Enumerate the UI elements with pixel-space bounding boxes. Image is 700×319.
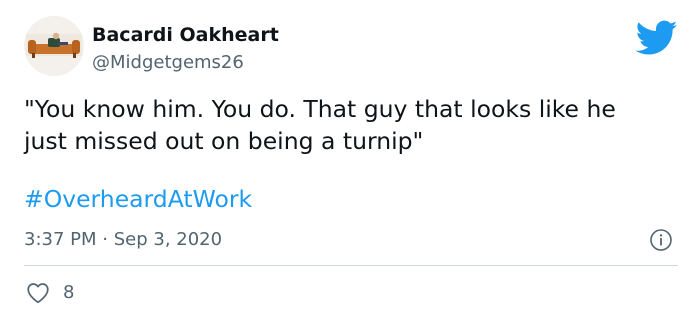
tweet-text-line: just missed out on being a turnip" — [24, 127, 424, 155]
twitter-bird-icon[interactable] — [636, 20, 678, 56]
tweet-text-line: "You know him. You do. That guy that loo… — [24, 95, 616, 123]
like-count[interactable]: 8 — [63, 282, 74, 303]
avatar[interactable] — [24, 16, 84, 76]
hashtag-link[interactable]: #OverheardAtWork — [24, 185, 252, 213]
heart-outline-icon[interactable] — [26, 282, 50, 304]
tweet-time[interactable]: 3:37 PM — [24, 229, 97, 250]
divider — [24, 265, 678, 266]
tweet-text: "You know him. You do. That guy that loo… — [24, 93, 676, 157]
info-icon[interactable] — [649, 228, 673, 252]
display-name[interactable]: Bacardi Oakheart — [92, 24, 279, 46]
tweet-timestamp: 3:37 PM · Sep 3, 2020 — [24, 229, 222, 250]
user-handle[interactable]: @Midgetgems26 — [92, 52, 244, 73]
avatar-image — [24, 16, 84, 76]
tweet-date[interactable]: Sep 3, 2020 — [114, 229, 222, 250]
timestamp-separator: · — [102, 229, 108, 250]
tweet-card: Bacardi Oakheart @Midgetgems26 "You know… — [0, 0, 700, 319]
